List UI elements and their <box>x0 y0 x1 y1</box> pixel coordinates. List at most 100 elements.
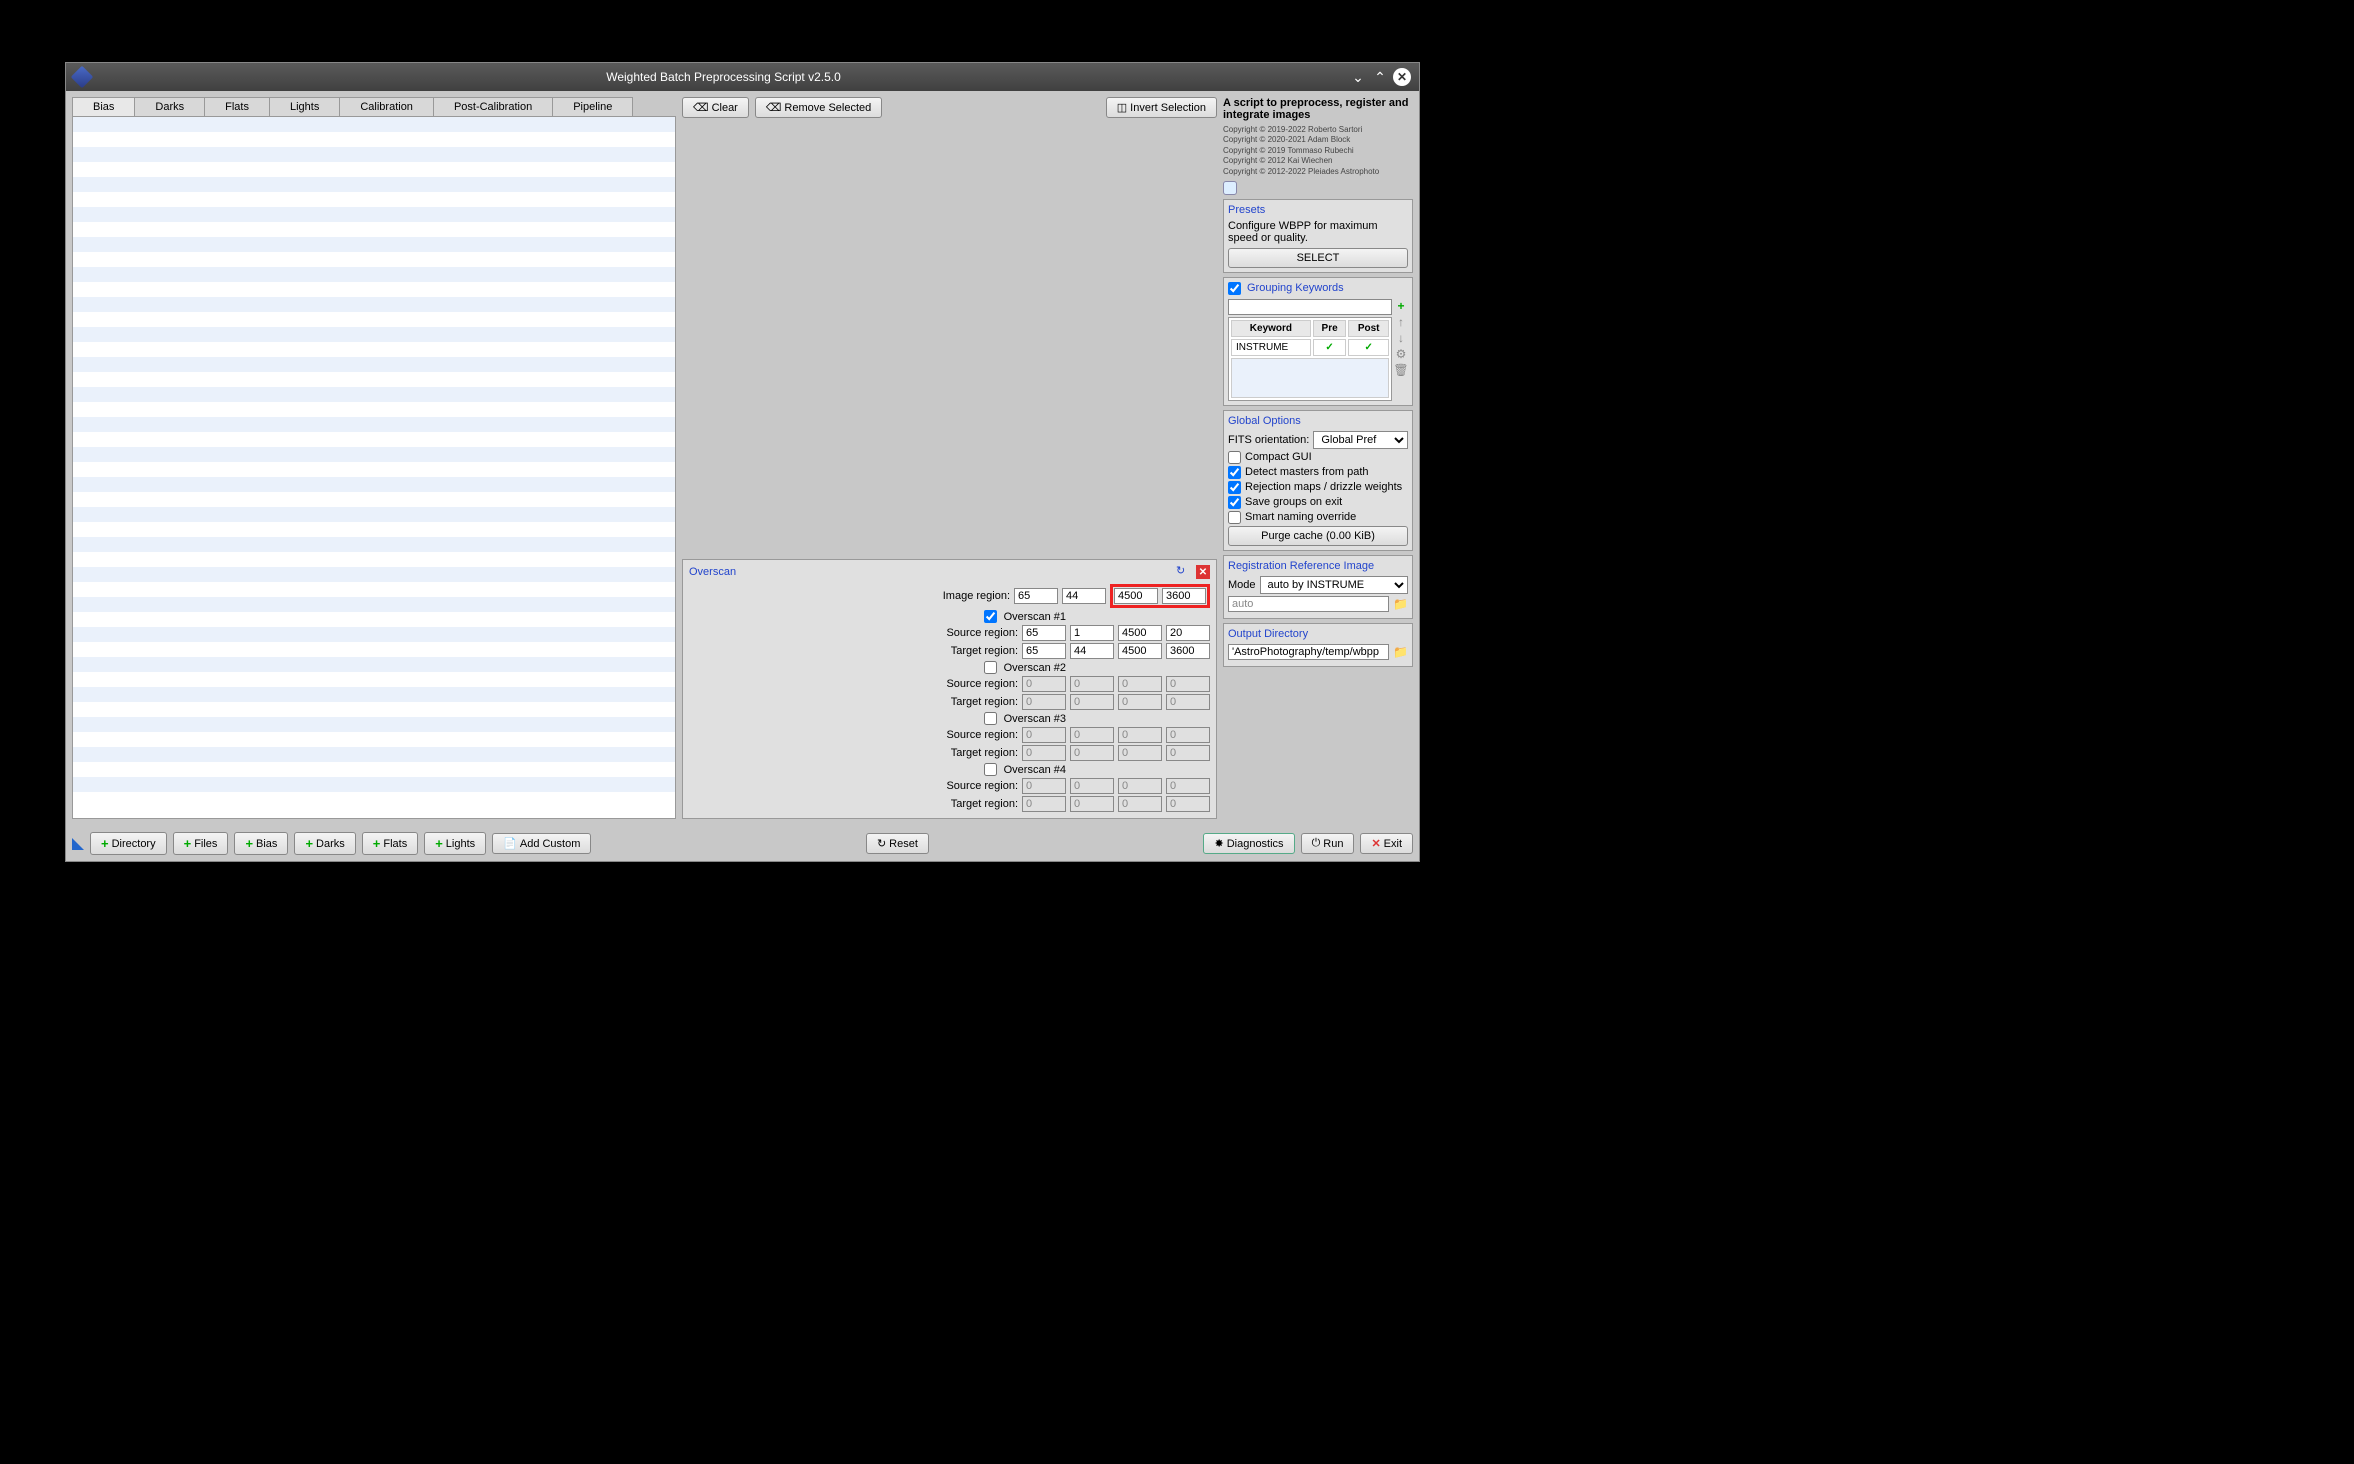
tab-flats[interactable]: Flats <box>204 97 270 116</box>
gear-icon[interactable]: ⚙ <box>1394 347 1408 361</box>
overscan-1-checkbox[interactable] <box>984 610 997 623</box>
purge-cache-button[interactable]: Purge cache (0.00 KiB) <box>1228 526 1408 546</box>
keyword-input[interactable] <box>1228 299 1392 315</box>
target-4-y <box>1070 796 1114 812</box>
target-1-y[interactable] <box>1070 643 1114 659</box>
help-icon[interactable] <box>1223 181 1237 195</box>
tab-calibration[interactable]: Calibration <box>339 97 434 116</box>
overscan-panel: Overscan ↻ ✕ Image region: Oversca <box>682 559 1217 819</box>
add-flats-button[interactable]: +Flats <box>362 832 418 855</box>
target-2-w <box>1118 694 1162 710</box>
source-1-w[interactable] <box>1118 625 1162 641</box>
presets-panel: Presets Configure WBPP for maximum speed… <box>1223 199 1413 273</box>
exit-button[interactable]: ✕Exit <box>1360 833 1413 854</box>
registration-panel: Registration Reference Image Mode auto b… <box>1223 555 1413 619</box>
clear-button[interactable]: ⌫Clear <box>682 97 749 118</box>
window-title: Weighted Batch Preprocessing Script v2.5… <box>98 70 1349 84</box>
reset-button[interactable]: ↻Reset <box>866 833 929 854</box>
tab-pipeline[interactable]: Pipeline <box>552 97 633 116</box>
reg-mode-select[interactable]: auto by INSTRUME <box>1260 576 1408 594</box>
add-directory-button[interactable]: +Directory <box>90 832 167 855</box>
tab-lights[interactable]: Lights <box>269 97 340 116</box>
add-darks-button[interactable]: +Darks <box>294 832 355 855</box>
target-1-x[interactable] <box>1022 643 1066 659</box>
tab-post-calibration[interactable]: Post-Calibration <box>433 97 553 116</box>
plus-icon: + <box>435 836 443 851</box>
file-list[interactable] <box>72 116 676 819</box>
plus-icon: + <box>101 836 109 851</box>
output-path-field[interactable] <box>1228 644 1389 660</box>
close-panel-icon[interactable]: ✕ <box>1196 565 1210 579</box>
apply-icon[interactable] <box>72 838 84 850</box>
global-opt-4-checkbox[interactable] <box>1228 511 1241 524</box>
source-4-w <box>1118 778 1162 794</box>
target-2-h <box>1166 694 1210 710</box>
global-opt-3-checkbox[interactable] <box>1228 496 1241 509</box>
invert-selection-button[interactable]: ◫Invert Selection <box>1106 97 1217 118</box>
move-up-icon[interactable]: ↑ <box>1394 315 1408 329</box>
global-opt-2-checkbox[interactable] <box>1228 481 1241 494</box>
remove-selected-button[interactable]: ⌫Remove Selected <box>755 97 882 118</box>
global-options-panel: Global Options FITS orientation: Global … <box>1223 410 1413 551</box>
target-3-w <box>1118 745 1162 761</box>
overscan-4-checkbox[interactable] <box>984 763 997 776</box>
select-preset-button[interactable]: SELECT <box>1228 248 1408 268</box>
global-opt-0-checkbox[interactable] <box>1228 451 1241 464</box>
plus-icon: + <box>184 836 192 851</box>
add-lights-button[interactable]: +Lights <box>424 832 486 855</box>
source-4-x <box>1022 778 1066 794</box>
check-icon: ✓ <box>1313 339 1347 356</box>
source-3-x <box>1022 727 1066 743</box>
target-1-h[interactable] <box>1166 643 1210 659</box>
grouping-checkbox[interactable] <box>1228 282 1241 295</box>
output-dir-panel: Output Directory 📁 <box>1223 623 1413 667</box>
folder-icon[interactable]: 📁 <box>1393 645 1408 659</box>
overscan-3-checkbox[interactable] <box>984 712 997 725</box>
chevron-down-icon[interactable]: ⌄ <box>1349 68 1367 86</box>
keyword-table: Keyword Pre Post INSTRUME ✓ ✓ <box>1228 317 1392 401</box>
source-1-x[interactable] <box>1022 625 1066 641</box>
presets-desc: Configure WBPP for maximum speed or qual… <box>1228 220 1408 244</box>
tab-darks[interactable]: Darks <box>134 97 205 116</box>
source-1-y[interactable] <box>1070 625 1114 641</box>
image-region-w[interactable] <box>1114 588 1158 604</box>
copyright-block: Copyright © 2019-2022 Roberto SartoriCop… <box>1223 125 1413 177</box>
target-3-x <box>1022 745 1066 761</box>
add-files-button[interactable]: +Files <box>173 832 229 855</box>
trash-icon[interactable]: 🗑 <box>1394 363 1408 377</box>
source-1-h[interactable] <box>1166 625 1210 641</box>
add-bias-button[interactable]: +Bias <box>234 832 288 855</box>
move-down-icon[interactable]: ↓ <box>1394 331 1408 345</box>
plus-icon: + <box>305 836 313 851</box>
overscan-2-checkbox[interactable] <box>984 661 997 674</box>
source-3-h <box>1166 727 1210 743</box>
erase-icon: ⌫ <box>766 101 782 114</box>
power-icon: ⏻ <box>1312 837 1321 850</box>
close-icon[interactable]: ✕ <box>1393 68 1411 86</box>
refresh-icon[interactable]: ↻ <box>1176 564 1192 580</box>
fits-orientation-select[interactable]: Global Pref <box>1313 431 1408 449</box>
table-row[interactable]: INSTRUME ✓ ✓ <box>1231 339 1389 356</box>
main-tabs: Bias Darks Flats Lights Calibration Post… <box>72 97 676 116</box>
image-region-h[interactable] <box>1162 588 1206 604</box>
plus-icon: + <box>245 836 253 851</box>
image-region-x[interactable] <box>1014 588 1058 604</box>
add-custom-button[interactable]: 📄Add Custom <box>492 833 591 854</box>
run-button[interactable]: ⏻Run <box>1301 833 1355 854</box>
chevron-up-icon[interactable]: ⌃ <box>1371 68 1389 86</box>
target-3-y <box>1070 745 1114 761</box>
image-region-y[interactable] <box>1062 588 1106 604</box>
diagnostics-button[interactable]: ✸Diagnostics <box>1203 833 1294 854</box>
titlebar: Weighted Batch Preprocessing Script v2.5… <box>66 63 1419 91</box>
folder-icon[interactable]: 📁 <box>1393 597 1408 611</box>
add-keyword-icon[interactable]: + <box>1394 299 1408 313</box>
global-opt-1-checkbox[interactable] <box>1228 466 1241 479</box>
source-2-y <box>1070 676 1114 692</box>
source-2-w <box>1118 676 1162 692</box>
invert-icon: ◫ <box>1117 101 1127 114</box>
tab-bias[interactable]: Bias <box>72 97 135 116</box>
source-2-h <box>1166 676 1210 692</box>
source-3-y <box>1070 727 1114 743</box>
target-1-w[interactable] <box>1118 643 1162 659</box>
target-2-x <box>1022 694 1066 710</box>
